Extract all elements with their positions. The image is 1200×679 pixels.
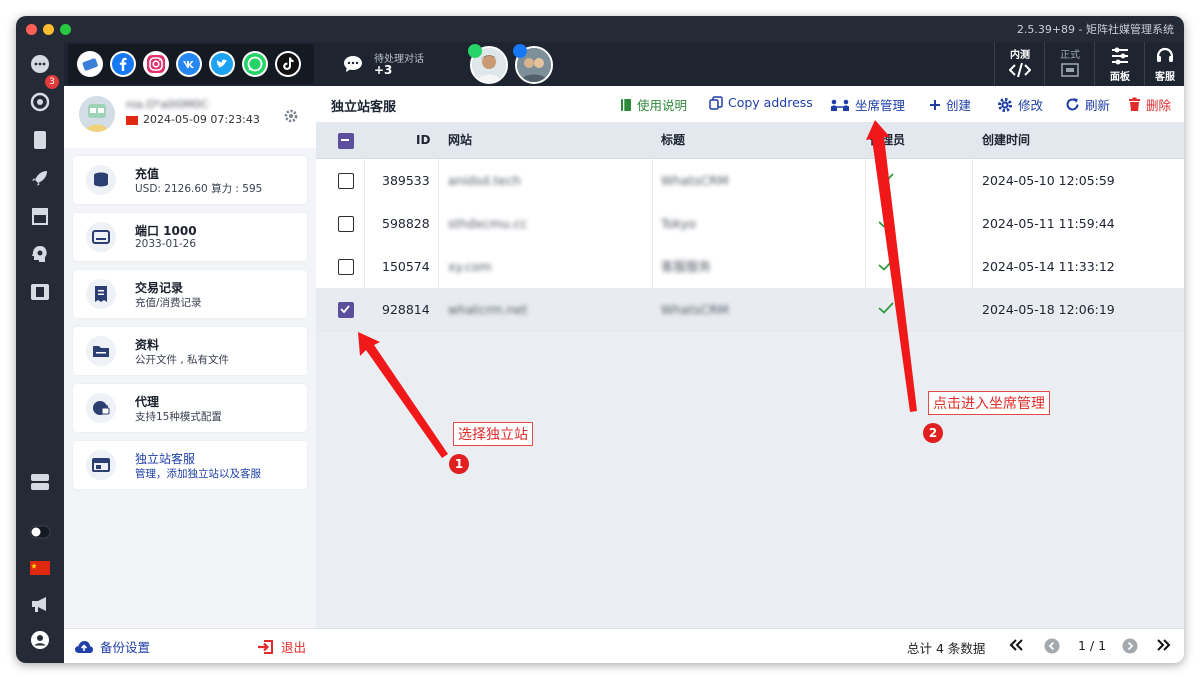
annotation-select-site: 选择独立站 <box>453 422 533 446</box>
annotation-arrows <box>358 120 917 458</box>
annotation-open-seats: 点击进入坐席管理 <box>928 391 1050 415</box>
arrow-to-checkbox <box>358 332 448 458</box>
annotation-number-two: 2 <box>923 423 943 443</box>
annotation-number-one: 1 <box>449 454 469 474</box>
arrow-to-seat-management <box>866 120 917 412</box>
